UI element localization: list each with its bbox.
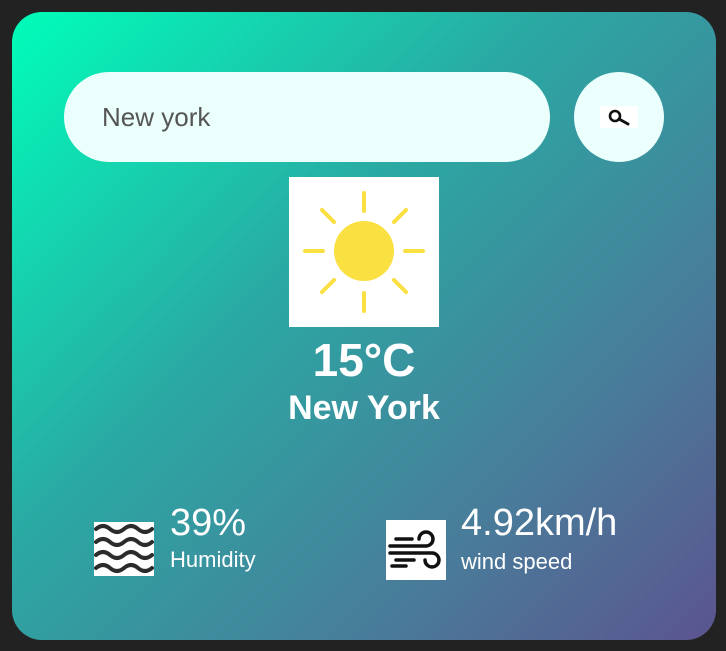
- sun-icon: [289, 177, 439, 327]
- humidity-waves-icon: [94, 522, 154, 576]
- wind-speed-label: wind speed: [461, 549, 573, 574]
- humidity-label: Humidity: [170, 547, 256, 572]
- search-icon: [600, 106, 638, 128]
- weather-card: 15°C New York 39% Humidity 4.92km/h wind…: [12, 12, 716, 640]
- wind-speed-value: 4.92km/h: [461, 502, 618, 544]
- city-search-input[interactable]: [64, 72, 550, 162]
- temperature: 15°C: [312, 334, 416, 386]
- humidity-value: 39%: [170, 502, 247, 544]
- search-button[interactable]: [574, 72, 664, 162]
- city-name: New York: [288, 389, 440, 427]
- wind-icon: [386, 520, 446, 580]
